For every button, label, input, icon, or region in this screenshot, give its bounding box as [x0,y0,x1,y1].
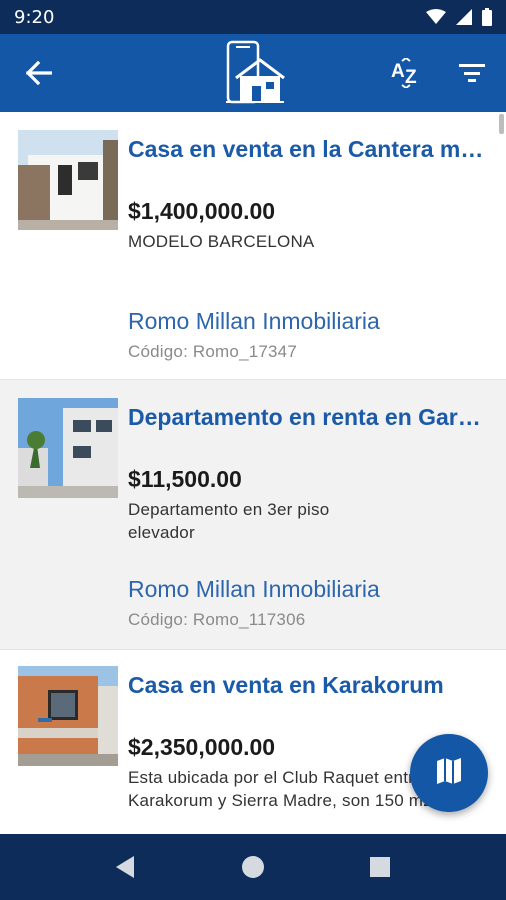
listing-price: $2,350,000.00 [128,734,276,760]
status-icons [426,8,492,26]
phone-house-logo [222,40,286,106]
listing-price: $11,500.00 [128,466,242,492]
navigation-bar [0,834,506,900]
listing-photo [18,398,118,498]
listing-photo [18,130,118,230]
home-circle-icon[interactable] [238,852,268,882]
status-bar: 9:20 [0,0,506,34]
listing-title: Casa en venta en la Cantera modelo Barce… [128,136,490,162]
scrollbar[interactable] [499,114,504,134]
app-bar: A Z [0,34,506,112]
listing-code: Código: Romo_17347 [128,342,297,361]
listing-photo [18,666,118,766]
listings-list: Casa en venta en la Cantera modelo Barce… [0,112,506,832]
listing-description: Departamento en 3er piso elevador [128,500,330,542]
back-triangle-icon[interactable] [110,852,140,882]
screen: 9:20 A Z Casa en venta en la Cantera mod… [0,0,506,900]
listing-agency[interactable]: Romo Millan Inmobiliaria [128,308,380,335]
listing-code: Código: Romo_117306 [128,610,306,629]
listing-card[interactable]: Casa en venta en la Cantera modelo Barce… [0,112,506,380]
listing-title: Casa en venta en Karakorum [128,672,444,698]
listing-agency[interactable]: Romo Millan Inmobiliaria [128,576,380,603]
status-time: 9:20 [14,6,55,28]
wifi-icon [426,9,446,25]
listing-title: Departamento en renta en Garza Sada [128,404,490,430]
listing-description: MODELO BARCELONA [128,232,315,251]
svg-text:Z: Z [405,67,417,88]
map-button[interactable] [410,734,488,812]
recents-square-icon[interactable] [365,852,395,882]
map-icon [436,757,462,790]
sort-az-icon[interactable]: A Z [386,54,426,92]
arrow-left-icon[interactable] [22,56,56,90]
signal-icon [456,9,472,25]
svg-text:A: A [391,61,405,82]
listing-card[interactable]: Departamento en renta en Garza Sada $11,… [0,380,506,650]
battery-icon [482,8,492,26]
filter-icon[interactable] [454,56,490,90]
listing-price: $1,400,000.00 [128,198,276,224]
